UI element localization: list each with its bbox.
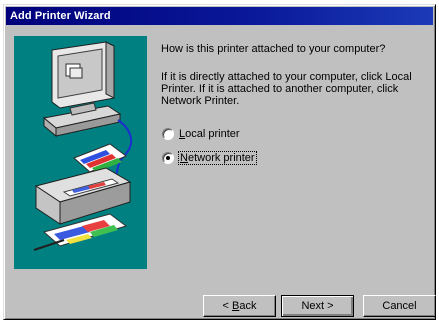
add-printer-wizard-window: Add Printer Wizard How is this printer a… bbox=[3, 4, 436, 320]
question-text: How is this printer attached to your com… bbox=[161, 43, 386, 55]
local-printer-radio[interactable] bbox=[162, 128, 174, 140]
network-printer-label[interactable]: Network printer bbox=[178, 151, 257, 165]
back-button[interactable]: < Back bbox=[203, 295, 276, 317]
wizard-illustration bbox=[14, 36, 147, 269]
cancel-button[interactable]: Cancel bbox=[363, 295, 436, 317]
next-button[interactable]: Next > bbox=[281, 295, 354, 317]
network-printer-option[interactable]: Network printer bbox=[162, 151, 257, 165]
network-printer-radio[interactable] bbox=[162, 152, 174, 164]
window-title: Add Printer Wizard bbox=[10, 10, 111, 22]
instruction-text: If it is directly attached to your compu… bbox=[161, 71, 412, 107]
local-printer-label[interactable]: Local printer bbox=[179, 128, 240, 140]
title-bar[interactable]: Add Printer Wizard bbox=[6, 7, 433, 25]
local-printer-option[interactable]: Local printer bbox=[162, 127, 240, 141]
computer-printer-icon bbox=[33, 41, 133, 251]
